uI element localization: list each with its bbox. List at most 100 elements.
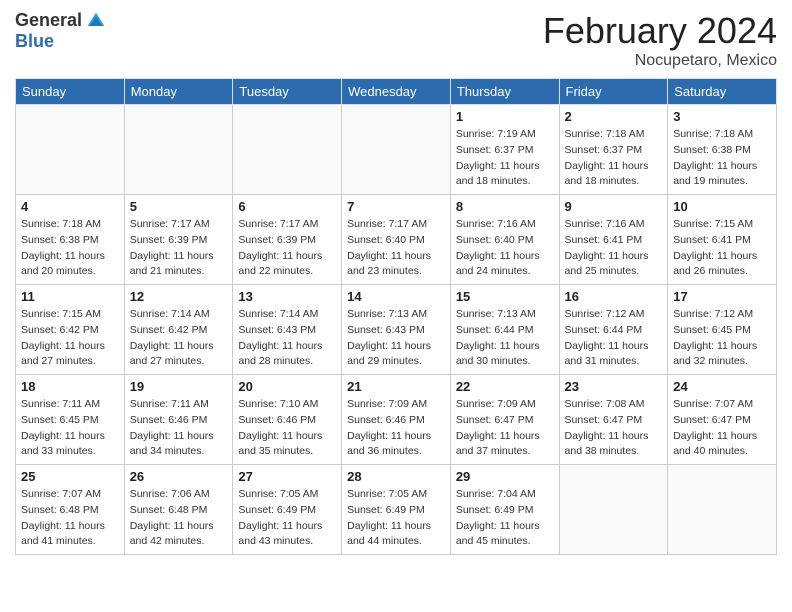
- day-number: 27: [238, 469, 336, 484]
- calendar-cell: 17 Sunrise: 7:12 AM Sunset: 6:45 PM Dayli…: [668, 285, 777, 375]
- location-title: Nocupetaro, Mexico: [543, 52, 777, 70]
- calendar-cell: 24Sunrise: 7:07 AM Sunset: 6:47 PM Dayli…: [668, 375, 777, 465]
- day-detail: Sunrise: 7:16 AM Sunset: 6:41 PM Dayligh…: [565, 217, 663, 280]
- month-title: February 2024: [543, 10, 777, 52]
- day-detail: Sunrise: 7:14 AM Sunset: 6:43 PM Dayligh…: [238, 307, 336, 370]
- calendar-cell: [668, 465, 777, 555]
- day-detail: Sunrise: 7:11 AM Sunset: 6:46 PM Dayligh…: [130, 397, 228, 460]
- day-detail: Sunrise: 7:19 AM Sunset: 6:37 PM Dayligh…: [456, 127, 554, 190]
- day-number: 21: [347, 379, 445, 394]
- calendar-cell: 11 Sunrise: 7:15 AM Sunset: 6:42 PM Dayli…: [16, 285, 125, 375]
- calendar-cell: 29Sunrise: 7:04 AM Sunset: 6:49 PM Dayli…: [450, 465, 559, 555]
- day-detail: Sunrise: 7:18 AM Sunset: 6:38 PM Dayligh…: [21, 217, 119, 280]
- weekday-header-monday: Monday: [124, 79, 233, 105]
- day-detail: Sunrise: 7:16 AM Sunset: 6:40 PM Dayligh…: [456, 217, 554, 280]
- logo-icon: [86, 11, 106, 31]
- day-number: 7: [347, 199, 445, 214]
- logo-general: General: [15, 10, 82, 31]
- day-number: 9: [565, 199, 663, 214]
- day-detail: Sunrise: 7:09 AM Sunset: 6:47 PM Dayligh…: [456, 397, 554, 460]
- day-number: 22: [456, 379, 554, 394]
- day-detail: Sunrise: 7:08 AM Sunset: 6:47 PM Dayligh…: [565, 397, 663, 460]
- day-number: 3: [673, 109, 771, 124]
- calendar-cell: 23 Sunrise: 7:08 AM Sunset: 6:47 PM Dayli…: [559, 375, 668, 465]
- day-detail: Sunrise: 7:04 AM Sunset: 6:49 PM Dayligh…: [456, 487, 554, 550]
- day-number: 12: [130, 289, 228, 304]
- day-detail: Sunrise: 7:13 AM Sunset: 6:44 PM Dayligh…: [456, 307, 554, 370]
- calendar-cell: 18 Sunrise: 7:11 AM Sunset: 6:45 PM Dayli…: [16, 375, 125, 465]
- day-number: 14: [347, 289, 445, 304]
- calendar-cell: 19 Sunrise: 7:11 AM Sunset: 6:46 PM Dayli…: [124, 375, 233, 465]
- day-detail: Sunrise: 7:13 AM Sunset: 6:43 PM Dayligh…: [347, 307, 445, 370]
- day-number: 25: [21, 469, 119, 484]
- day-detail: Sunrise: 7:17 AM Sunset: 6:39 PM Dayligh…: [130, 217, 228, 280]
- calendar-cell: 3 Sunrise: 7:18 AM Sunset: 6:38 PM Daylig…: [668, 105, 777, 195]
- calendar-cell: 14 Sunrise: 7:13 AM Sunset: 6:43 PM Dayli…: [342, 285, 451, 375]
- day-detail: Sunrise: 7:12 AM Sunset: 6:45 PM Dayligh…: [673, 307, 771, 370]
- day-number: 13: [238, 289, 336, 304]
- logo: General Blue: [15, 10, 106, 52]
- calendar-cell: 8Sunrise: 7:16 AM Sunset: 6:40 PM Daylig…: [450, 195, 559, 285]
- calendar-cell: [559, 465, 668, 555]
- day-number: 11: [21, 289, 119, 304]
- day-number: 6: [238, 199, 336, 214]
- calendar-cell: 2 Sunrise: 7:18 AM Sunset: 6:37 PM Daylig…: [559, 105, 668, 195]
- calendar-cell: 7 Sunrise: 7:17 AM Sunset: 6:40 PM Daylig…: [342, 195, 451, 285]
- day-detail: Sunrise: 7:17 AM Sunset: 6:39 PM Dayligh…: [238, 217, 336, 280]
- weekday-header-wednesday: Wednesday: [342, 79, 451, 105]
- day-number: 17: [673, 289, 771, 304]
- day-number: 20: [238, 379, 336, 394]
- weekday-header-saturday: Saturday: [668, 79, 777, 105]
- day-detail: Sunrise: 7:17 AM Sunset: 6:40 PM Dayligh…: [347, 217, 445, 280]
- day-detail: Sunrise: 7:11 AM Sunset: 6:45 PM Dayligh…: [21, 397, 119, 460]
- weekday-header-row: SundayMondayTuesdayWednesdayThursdayFrid…: [16, 79, 777, 105]
- calendar-cell: [16, 105, 125, 195]
- page-header: General Blue February 2024 Nocupetaro, M…: [15, 10, 777, 70]
- day-number: 5: [130, 199, 228, 214]
- weekday-header-tuesday: Tuesday: [233, 79, 342, 105]
- calendar-cell: [233, 105, 342, 195]
- calendar-cell: 28 Sunrise: 7:05 AM Sunset: 6:49 PM Dayli…: [342, 465, 451, 555]
- day-number: 4: [21, 199, 119, 214]
- calendar-cell: 1Sunrise: 7:19 AM Sunset: 6:37 PM Daylig…: [450, 105, 559, 195]
- day-detail: Sunrise: 7:12 AM Sunset: 6:44 PM Dayligh…: [565, 307, 663, 370]
- day-number: 24: [673, 379, 771, 394]
- day-number: 19: [130, 379, 228, 394]
- calendar-cell: 13 Sunrise: 7:14 AM Sunset: 6:43 PM Dayli…: [233, 285, 342, 375]
- calendar-cell: 27Sunrise: 7:05 AM Sunset: 6:49 PM Dayli…: [233, 465, 342, 555]
- calendar-cell: 21Sunrise: 7:09 AM Sunset: 6:46 PM Dayli…: [342, 375, 451, 465]
- day-detail: Sunrise: 7:10 AM Sunset: 6:46 PM Dayligh…: [238, 397, 336, 460]
- logo-blue: Blue: [15, 31, 54, 52]
- day-number: 23: [565, 379, 663, 394]
- day-number: 28: [347, 469, 445, 484]
- day-number: 2: [565, 109, 663, 124]
- day-detail: Sunrise: 7:15 AM Sunset: 6:41 PM Dayligh…: [673, 217, 771, 280]
- day-detail: Sunrise: 7:18 AM Sunset: 6:38 PM Dayligh…: [673, 127, 771, 190]
- day-detail: Sunrise: 7:15 AM Sunset: 6:42 PM Dayligh…: [21, 307, 119, 370]
- calendar-cell: 25Sunrise: 7:07 AM Sunset: 6:48 PM Dayli…: [16, 465, 125, 555]
- calendar-cell: 5 Sunrise: 7:17 AM Sunset: 6:39 PM Daylig…: [124, 195, 233, 285]
- day-detail: Sunrise: 7:06 AM Sunset: 6:48 PM Dayligh…: [130, 487, 228, 550]
- week-row-1: 1Sunrise: 7:19 AM Sunset: 6:37 PM Daylig…: [16, 105, 777, 195]
- calendar-cell: [124, 105, 233, 195]
- weekday-header-thursday: Thursday: [450, 79, 559, 105]
- day-number: 18: [21, 379, 119, 394]
- day-detail: Sunrise: 7:05 AM Sunset: 6:49 PM Dayligh…: [347, 487, 445, 550]
- calendar-cell: 10 Sunrise: 7:15 AM Sunset: 6:41 PM Dayli…: [668, 195, 777, 285]
- calendar-cell: 20 Sunrise: 7:10 AM Sunset: 6:46 PM Dayli…: [233, 375, 342, 465]
- day-detail: Sunrise: 7:18 AM Sunset: 6:37 PM Dayligh…: [565, 127, 663, 190]
- day-number: 26: [130, 469, 228, 484]
- calendar-cell: 12Sunrise: 7:14 AM Sunset: 6:42 PM Dayli…: [124, 285, 233, 375]
- calendar-cell: 4 Sunrise: 7:18 AM Sunset: 6:38 PM Daylig…: [16, 195, 125, 285]
- calendar-table: SundayMondayTuesdayWednesdayThursdayFrid…: [15, 78, 777, 555]
- day-number: 16: [565, 289, 663, 304]
- weekday-header-friday: Friday: [559, 79, 668, 105]
- weekday-header-sunday: Sunday: [16, 79, 125, 105]
- day-number: 10: [673, 199, 771, 214]
- calendar-cell: 22 Sunrise: 7:09 AM Sunset: 6:47 PM Dayli…: [450, 375, 559, 465]
- title-area: February 2024 Nocupetaro, Mexico: [543, 10, 777, 70]
- calendar-cell: 15 Sunrise: 7:13 AM Sunset: 6:44 PM Dayli…: [450, 285, 559, 375]
- week-row-3: 11 Sunrise: 7:15 AM Sunset: 6:42 PM Dayli…: [16, 285, 777, 375]
- day-number: 15: [456, 289, 554, 304]
- calendar-cell: 26 Sunrise: 7:06 AM Sunset: 6:48 PM Dayli…: [124, 465, 233, 555]
